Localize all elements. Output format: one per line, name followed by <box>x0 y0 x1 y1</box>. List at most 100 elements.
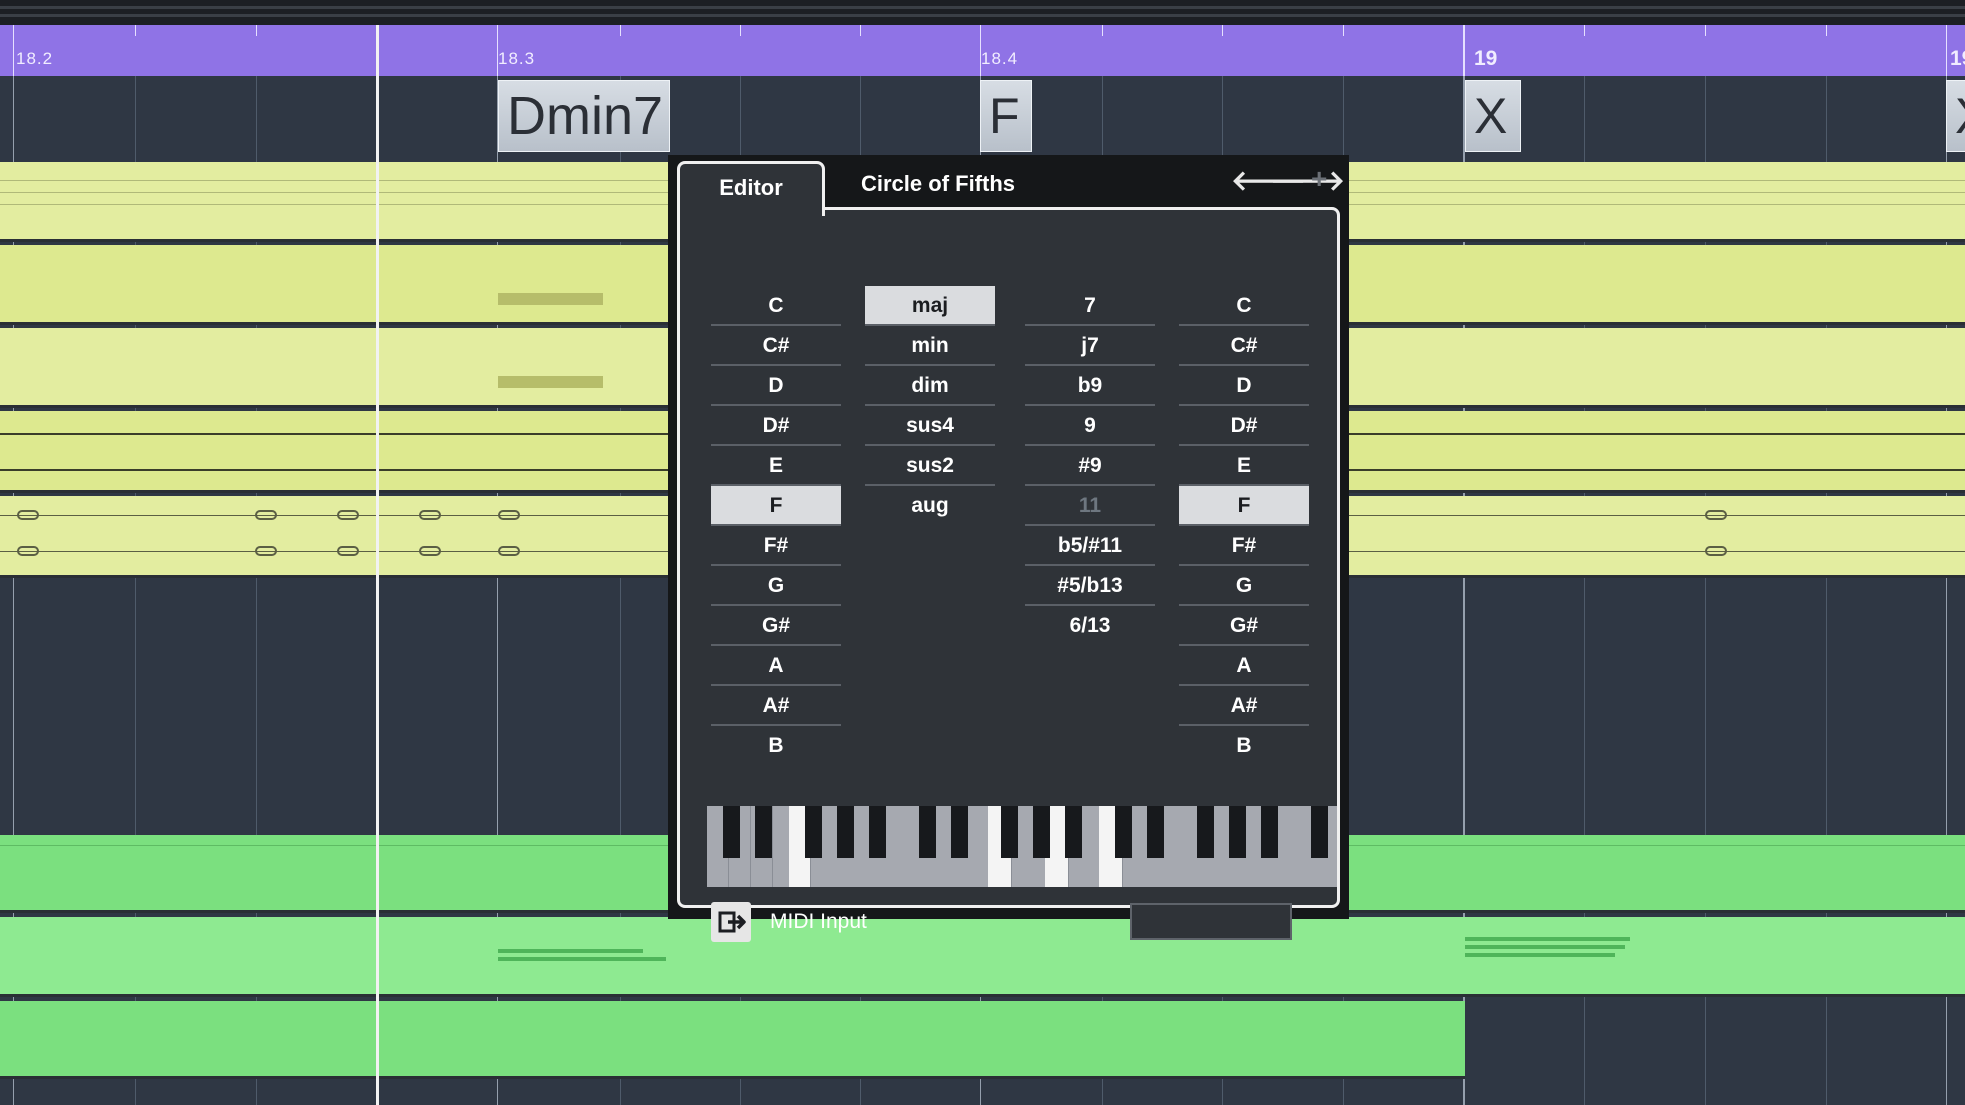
tension-9[interactable]: 9 <box>1025 406 1155 446</box>
ruler-tick <box>1946 25 1947 76</box>
ruler-tick <box>1705 25 1706 36</box>
ruler-tick <box>256 25 257 36</box>
black-key[interactable] <box>837 806 854 858</box>
midi-note-block <box>498 949 643 953</box>
midi-input-label: MIDI Input <box>770 910 867 933</box>
toolbar-divider <box>0 14 1965 17</box>
black-key[interactable] <box>1311 806 1328 858</box>
black-key[interactable] <box>919 806 936 858</box>
bass-note-e[interactable]: E <box>1179 446 1309 486</box>
bass-note-column: C C# D D# E F F# G G# A A# B <box>1179 286 1309 766</box>
black-key[interactable] <box>951 806 968 858</box>
toolbar-divider <box>0 6 1965 9</box>
root-note-b[interactable]: B <box>711 726 841 766</box>
black-key[interactable] <box>1261 806 1278 858</box>
ruler-tick <box>620 25 621 36</box>
ruler-tick <box>1826 25 1827 36</box>
root-note-c-sharp[interactable]: C# <box>711 326 841 366</box>
root-note-f[interactable]: F <box>711 486 841 526</box>
black-key[interactable] <box>1001 806 1018 858</box>
green-track-lane[interactable] <box>0 917 1965 997</box>
midi-input-field[interactable] <box>1130 903 1292 940</box>
midi-note-block <box>1465 945 1625 949</box>
tension-7[interactable]: 7 <box>1025 286 1155 326</box>
root-note-f-sharp[interactable]: F# <box>711 526 841 566</box>
black-key[interactable] <box>1033 806 1050 858</box>
bass-note-b[interactable]: B <box>1179 726 1309 766</box>
ruler-tick <box>1102 25 1103 36</box>
midi-note-block <box>498 293 603 305</box>
chord-type-sus2[interactable]: sus2 <box>865 446 995 486</box>
bass-note-d-sharp[interactable]: D# <box>1179 406 1309 446</box>
midi-note-block <box>1465 937 1630 941</box>
root-note-a[interactable]: A <box>711 646 841 686</box>
tension-b5-sharp-11[interactable]: b5/#11 <box>1025 526 1155 566</box>
bass-note-a-sharp[interactable]: A# <box>1179 686 1309 726</box>
top-toolbar-strip <box>0 0 1965 25</box>
tension-11: 11 <box>1025 486 1155 526</box>
add-chord-icon[interactable]: + <box>1311 163 1327 195</box>
playback-cursor[interactable] <box>376 25 379 1105</box>
black-key[interactable] <box>805 806 822 858</box>
root-note-g[interactable]: G <box>711 566 841 606</box>
bass-note-d[interactable]: D <box>1179 366 1309 406</box>
tension-sharp-9[interactable]: #9 <box>1025 446 1155 486</box>
chord-type-min[interactable]: min <box>865 326 995 366</box>
tab-editor[interactable]: Editor <box>677 161 825 216</box>
tab-circle-of-fifths[interactable]: Circle of Fifths <box>861 171 1015 197</box>
tension-b9[interactable]: b9 <box>1025 366 1155 406</box>
midi-input-icon[interactable] <box>711 902 751 942</box>
chord-editor-panel: C C# D D# E F F# G G# A A# B maj min dim… <box>677 207 1340 942</box>
root-note-a-sharp[interactable]: A# <box>711 686 841 726</box>
black-key[interactable] <box>1229 806 1246 858</box>
bass-note-c-sharp[interactable]: C# <box>1179 326 1309 366</box>
bass-note-f[interactable]: F <box>1179 486 1309 526</box>
black-key[interactable] <box>869 806 886 858</box>
black-key[interactable] <box>1065 806 1082 858</box>
tension-sharp-5-b13[interactable]: #5/b13 <box>1025 566 1155 606</box>
chord-event-x[interactable]: X <box>1465 80 1521 152</box>
chord-editor-popup: Editor Circle of Fifths 🡐 🡒 + C C# D D# … <box>668 155 1349 942</box>
chord-type-column: maj min dim sus4 sus2 aug <box>865 286 995 526</box>
midi-note-block <box>498 376 603 388</box>
root-note-column: C C# D D# E F F# G G# A A# B <box>711 286 841 766</box>
ruler-tick <box>1222 25 1223 36</box>
black-key[interactable] <box>755 806 772 858</box>
chord-type-dim[interactable]: dim <box>865 366 995 406</box>
ruler-tick <box>1463 25 1465 76</box>
root-note-e[interactable]: E <box>711 446 841 486</box>
root-note-c[interactable]: C <box>711 286 841 326</box>
chord-event-f[interactable]: F <box>980 80 1032 152</box>
ruler-label: 19 <box>1950 47 1965 70</box>
black-key[interactable] <box>1197 806 1214 858</box>
ruler-tick <box>740 25 741 36</box>
timeline-ruler[interactable]: 18.2 18.3 18.4 19 19 <box>0 25 1965 76</box>
tension-6-13[interactable]: 6/13 <box>1025 606 1155 646</box>
chord-type-sus4[interactable]: sus4 <box>865 406 995 446</box>
piano-keyboard[interactable] <box>707 806 1337 887</box>
root-note-g-sharp[interactable]: G# <box>711 606 841 646</box>
ruler-tick <box>135 25 136 36</box>
black-key[interactable] <box>1115 806 1132 858</box>
ruler-label: 18.4 <box>981 49 1019 68</box>
ruler-label: 18.2 <box>16 49 54 68</box>
black-key[interactable] <box>723 806 740 858</box>
green-track-lane[interactable] <box>0 1001 1465 1079</box>
ruler-tick <box>1584 25 1585 36</box>
chord-event-dmin7[interactable]: Dmin7 <box>498 80 670 152</box>
bass-note-c[interactable]: C <box>1179 286 1309 326</box>
root-note-d-sharp[interactable]: D# <box>711 406 841 446</box>
chord-type-aug[interactable]: aug <box>865 486 995 526</box>
arrow-right-icon[interactable]: 🡒 <box>1270 163 1345 197</box>
bass-note-f-sharp[interactable]: F# <box>1179 526 1309 566</box>
bass-note-g-sharp[interactable]: G# <box>1179 606 1309 646</box>
black-key[interactable] <box>1147 806 1164 858</box>
ruler-tick <box>13 25 14 76</box>
midi-note-block <box>498 957 666 961</box>
tension-j7[interactable]: j7 <box>1025 326 1155 366</box>
chord-type-maj[interactable]: maj <box>865 286 995 326</box>
root-note-d[interactable]: D <box>711 366 841 406</box>
bass-note-a[interactable]: A <box>1179 646 1309 686</box>
chord-event-x[interactable]: X <box>1946 80 1965 152</box>
bass-note-g[interactable]: G <box>1179 566 1309 606</box>
